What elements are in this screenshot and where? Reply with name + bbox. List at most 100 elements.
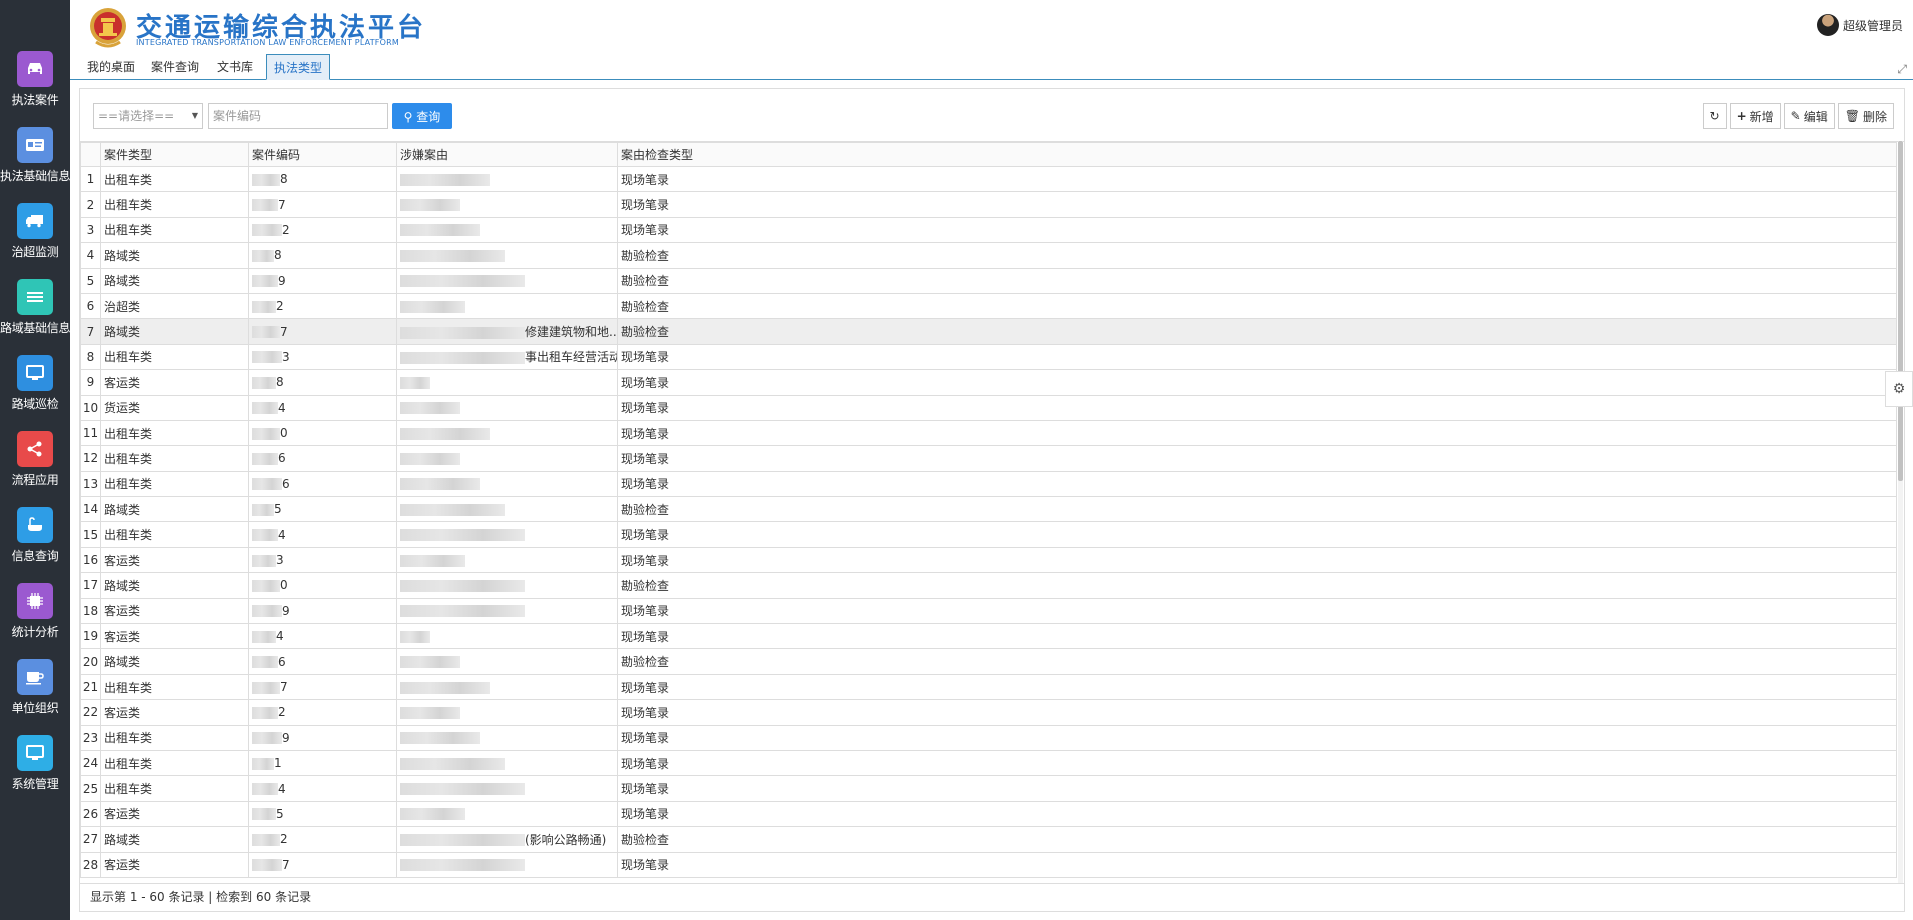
table-row[interactable]: 14 路域类 5 勘验检查 <box>80 496 1897 523</box>
column-header-case-type[interactable]: 案件类型 <box>100 142 249 167</box>
bath-icon <box>17 507 53 543</box>
cell-reason: 修建建筑物和地... <box>396 318 618 345</box>
sidebar-item-road-basic-info[interactable]: 路域基础信息 <box>0 276 71 351</box>
fullscreen-icon[interactable]: ⤢ <box>1897 62 1907 77</box>
sidebar-item-statistics[interactable]: 统计分析 <box>0 580 70 655</box>
user-menu[interactable]: 超级管理员 <box>1816 14 1903 36</box>
table-row[interactable]: 26 客运类 5 现场笔录 <box>80 800 1897 828</box>
cell-case-type-text: 路域类 <box>104 502 141 517</box>
table-row[interactable]: 16 客运类 3 现场笔录 <box>80 546 1897 574</box>
settings-button[interactable]: ⚙ <box>1885 371 1913 407</box>
sidebar-item-road-inspection[interactable]: 路域巡检 <box>0 352 70 427</box>
query-label: 查询 <box>416 109 441 124</box>
table-row[interactable]: 6 治超类 2 勘验检查 <box>80 292 1897 320</box>
redacted-block <box>252 376 276 389</box>
sidebar-item-label: 流程应用 <box>11 473 59 487</box>
car-icon <box>17 51 53 87</box>
table-row[interactable]: 5 路域类 9 勘验检查 <box>80 267 1897 294</box>
sidebar-item-law-basic-info[interactable]: 执法基础信息 <box>0 124 71 199</box>
cell-case-code: 3 <box>248 546 397 574</box>
table-row[interactable]: 4 路域类 8 勘验检查 <box>80 242 1897 269</box>
row-index-text: 11 <box>82 426 99 441</box>
table-row[interactable]: 18 客运类 9 现场笔录 <box>80 597 1897 625</box>
table-row[interactable]: 21 出租车类 7 现场笔录 <box>80 673 1897 701</box>
cell-case-code: 6 <box>248 445 397 472</box>
table-row[interactable]: 27 路域类 2 (影响公路畅通) 勘验检查 <box>80 826 1897 853</box>
table-row[interactable]: 12 出租车类 6 现场笔录 <box>80 445 1897 472</box>
edit-label: 编辑 <box>1803 109 1828 124</box>
table-row[interactable]: 15 出租车类 4 现场笔录 <box>80 521 1897 548</box>
query-button[interactable]: ⚲ 查询 <box>392 103 452 129</box>
table-row[interactable]: 23 出租车类 9 现场笔录 <box>80 724 1897 751</box>
scrollbar[interactable] <box>1898 141 1903 884</box>
tab-law-types[interactable]: 执法类型 <box>266 54 330 80</box>
cell-case-code: 9 <box>248 724 397 751</box>
edit-button[interactable]: ✎ 编辑 <box>1783 103 1835 129</box>
table-row[interactable]: 3 出租车类 2 现场笔录 <box>80 216 1897 244</box>
redacted-block <box>400 478 480 491</box>
cell-case-type-text: 出租车类 <box>104 198 153 213</box>
refresh-button[interactable]: ↻ <box>1702 103 1727 129</box>
scroll-thumb[interactable] <box>1898 141 1903 481</box>
sidebar-item-info-query[interactable]: 信息查询 <box>0 504 70 579</box>
table-row[interactable]: 13 出租车类 6 现场笔录 <box>80 470 1897 498</box>
case-code-input[interactable] <box>208 103 388 129</box>
table-row[interactable]: 19 客运类 4 现场笔录 <box>80 623 1897 650</box>
cell-reason <box>396 191 618 218</box>
cell-check-type: 勘验检查 <box>617 318 1897 345</box>
sidebar-item-process-app[interactable]: 流程应用 <box>0 428 70 503</box>
cell-check-type-text: 勘验检查 <box>621 248 670 263</box>
cell-case-code: 8 <box>248 369 397 396</box>
table-row[interactable]: 28 客运类 7 现场笔录 <box>80 851 1897 878</box>
table-row[interactable]: 9 客运类 8 现场笔录 <box>80 369 1897 396</box>
sidebar-item-system-admin[interactable]: 系统管理 <box>0 732 70 807</box>
cell-case-code-text: 5 <box>274 502 282 517</box>
redacted-block <box>400 173 490 186</box>
redacted-block <box>400 579 525 592</box>
table-row[interactable]: 22 客运类 2 现场笔录 <box>80 699 1897 726</box>
cell-check-type-text: 现场笔录 <box>621 477 670 492</box>
cell-case-type: 出租车类 <box>100 749 249 777</box>
column-header-case-code[interactable]: 案件编码 <box>248 142 397 167</box>
sidebar-item-unit-org[interactable]: 单位组织 <box>0 656 70 731</box>
table-body: 1 出租车类 8 现场笔录 2 出租车类 7 现场笔录 3 出租车类 2 现场笔录 4 路域类 8 勘验检查 5… <box>80 165 1897 878</box>
tab-document-library[interactable]: 文书库 <box>208 54 262 80</box>
sidebar-item-law-cases[interactable]: 执法案件 <box>0 48 70 123</box>
column-header-check-type[interactable]: 案由检查类型 <box>617 142 1897 167</box>
redacted-block <box>400 783 525 796</box>
sidebar-item-overload-monitoring[interactable]: 治超监测 <box>0 200 70 275</box>
table-row[interactable]: 24 出租车类 1 现场笔录 <box>80 749 1897 777</box>
redacted-block <box>400 300 465 313</box>
table-row[interactable]: 25 出租车类 4 现场笔录 <box>80 775 1897 802</box>
cell-case-type-text: 出租车类 <box>104 782 153 797</box>
id-card-icon <box>17 127 53 163</box>
cell-reason: (影响公路畅通) <box>396 826 618 853</box>
cell-reason <box>396 749 618 777</box>
table-row[interactable]: 7 路域类 7 修建建筑物和地... 勘验检查 <box>80 318 1897 345</box>
cell-reason <box>396 724 618 751</box>
table-row[interactable]: 2 出租车类 7 现场笔录 <box>80 191 1897 218</box>
column-header-reason[interactable]: 涉嫌案由 <box>396 142 618 167</box>
table-row[interactable]: 11 出租车类 0 现场笔录 <box>80 419 1897 447</box>
cell-check-type-text: 现场笔录 <box>621 680 670 695</box>
add-button[interactable]: + 新增 <box>1729 103 1781 129</box>
row-index: 6 <box>80 292 101 320</box>
cell-reason: 事出租车经营活动 <box>396 343 618 371</box>
table-row[interactable]: 10 货运类 4 现场笔录 <box>80 394 1897 421</box>
cell-reason <box>396 369 618 396</box>
table-row[interactable]: 1 出租车类 8 现场笔录 <box>80 165 1897 193</box>
table-row[interactable]: 20 路域类 6 勘验检查 <box>80 648 1897 675</box>
table-row[interactable]: 17 路域类 0 勘验检查 <box>80 572 1897 599</box>
tab-my-desktop[interactable]: 我的桌面 <box>80 54 142 80</box>
case-type-select[interactable]: ==请选择== ▼ <box>93 103 203 129</box>
table-row[interactable]: 8 出租车类 3 事出租车经营活动 现场笔录 <box>80 343 1897 371</box>
cell-reason <box>396 623 618 650</box>
cell-case-type-text: 路域类 <box>104 325 141 340</box>
redacted-block <box>400 224 480 237</box>
chip-icon <box>17 583 53 619</box>
tab-case-query[interactable]: 案件查询 <box>144 54 206 80</box>
cell-case-code: 4 <box>248 775 397 802</box>
delete-button[interactable]: 🗑 删除 <box>1837 103 1894 129</box>
redacted-block <box>400 503 505 516</box>
monitor-icon <box>17 735 53 771</box>
